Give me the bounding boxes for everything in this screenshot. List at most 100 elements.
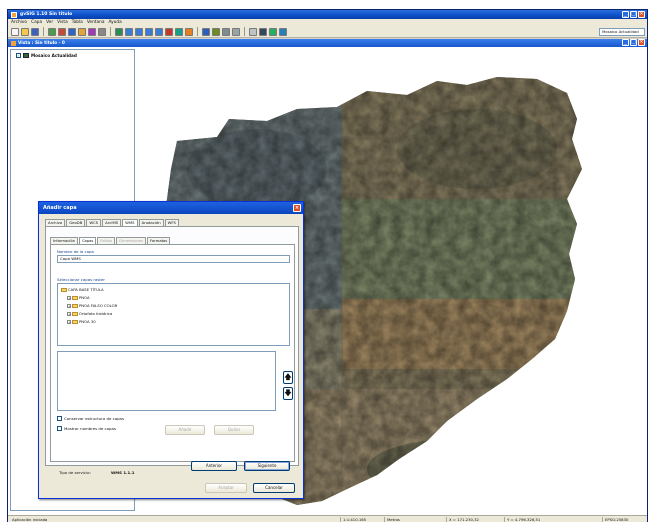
status-scale[interactable]: 1:1:410.165 bbox=[340, 517, 366, 522]
tab-anotacion[interactable]: Anotación bbox=[138, 219, 164, 226]
table-icon[interactable] bbox=[68, 27, 76, 36]
subtab-capas[interactable]: Capas bbox=[78, 237, 97, 244]
grid-icon[interactable] bbox=[222, 27, 230, 36]
info-icon[interactable] bbox=[175, 27, 183, 36]
measure-icon[interactable] bbox=[165, 27, 173, 36]
pan-icon[interactable] bbox=[115, 27, 123, 36]
edit-icon[interactable] bbox=[78, 27, 86, 36]
tree-root-label: CAPA BASE TÍTULA bbox=[68, 287, 104, 292]
source-tabs: Archivo GeoDB WCS ArcIMS WMS Anotación W… bbox=[45, 219, 179, 226]
expand-icon[interactable]: + bbox=[67, 319, 71, 324]
menu-archivo[interactable]: Archivo bbox=[11, 20, 27, 25]
toc-layer[interactable]: ✓ Mosaico Actualidad bbox=[16, 53, 77, 58]
tab-wms[interactable]: WMS bbox=[122, 219, 138, 226]
print-icon[interactable] bbox=[249, 27, 257, 36]
view-minimize-button[interactable]: _ bbox=[622, 39, 629, 46]
menu-bar: Archivo Capa Ver Vista Tabla Ventana Ayu… bbox=[8, 19, 647, 26]
new-icon[interactable] bbox=[11, 27, 19, 36]
toolbar-separator bbox=[110, 27, 111, 36]
layer-icon[interactable] bbox=[58, 27, 66, 36]
menu-vista[interactable]: Vista bbox=[57, 20, 68, 25]
subtab-estilos: Estilos bbox=[97, 237, 116, 244]
view-close-button[interactable]: × bbox=[638, 39, 645, 46]
move-up-button[interactable]: 🡅 bbox=[283, 371, 293, 384]
selected-layers-list[interactable] bbox=[57, 351, 276, 411]
save-icon[interactable] bbox=[31, 27, 39, 36]
previous-button[interactable]: Anterior bbox=[191, 461, 237, 471]
status-units[interactable]: Metros bbox=[384, 517, 400, 522]
tree-node[interactable]: + Ortofoto histórica bbox=[67, 311, 112, 316]
subtab-formatos[interactable]: Formatos bbox=[147, 237, 171, 244]
tree-node-label: PNOA bbox=[79, 295, 90, 300]
dialog-title: Añadir capa bbox=[43, 205, 77, 211]
tree-root[interactable]: CAPA BASE TÍTULA bbox=[61, 287, 104, 292]
layer-name: Mosaico Actualidad bbox=[31, 53, 77, 58]
folder-icon bbox=[72, 319, 78, 324]
checkbox-box[interactable] bbox=[57, 416, 62, 421]
wms-subtabs: Información Capas Estilos Dimensiones Fo… bbox=[50, 237, 171, 244]
view-titlebar: Vista : Sin titulo - 0 _ □ × bbox=[8, 39, 647, 47]
open-icon[interactable] bbox=[21, 27, 29, 36]
menu-tabla[interactable]: Tabla bbox=[72, 20, 83, 25]
raster-layer-icon bbox=[23, 53, 29, 58]
view-title: Vista : Sin titulo - 0 bbox=[18, 40, 65, 46]
layer-combo[interactable]: Mosaico Actualidad bbox=[599, 27, 645, 36]
tree-node-label: PNOA FALSO COLOR bbox=[79, 303, 118, 308]
expand-icon[interactable]: + bbox=[67, 295, 71, 300]
export-icon[interactable] bbox=[269, 27, 277, 36]
zoom-in-icon[interactable] bbox=[125, 27, 133, 36]
tab-arcims[interactable]: ArcIMS bbox=[102, 219, 122, 226]
help-icon[interactable] bbox=[279, 27, 287, 36]
zoom-out-icon[interactable] bbox=[135, 27, 143, 36]
tree-node[interactable]: + PNOA bbox=[67, 295, 90, 300]
close-button[interactable]: × bbox=[638, 11, 645, 18]
minimize-button[interactable]: _ bbox=[622, 11, 629, 18]
status-x: X = 171.230,32 bbox=[446, 517, 479, 522]
move-down-button[interactable]: 🡇 bbox=[283, 387, 293, 400]
menu-ayuda[interactable]: Ayuda bbox=[108, 20, 121, 25]
app-icon bbox=[11, 11, 17, 18]
maximize-button[interactable]: □ bbox=[630, 11, 637, 18]
next-button[interactable]: Siguiente bbox=[244, 461, 290, 471]
folder-icon bbox=[72, 311, 78, 316]
search-icon[interactable] bbox=[232, 27, 240, 36]
settings-icon[interactable] bbox=[98, 27, 106, 36]
cancel-button[interactable]: Cancelar bbox=[253, 483, 295, 493]
subtab-informacion[interactable]: Información bbox=[50, 237, 78, 244]
window-controls: _ □ × bbox=[622, 11, 645, 18]
layer-name-input[interactable]: Capa WMS bbox=[57, 255, 290, 263]
tree-node[interactable]: + PNOA FALSO COLOR bbox=[67, 303, 117, 308]
dialog-close-button[interactable]: × bbox=[293, 204, 301, 212]
tab-archivo[interactable]: Archivo bbox=[45, 219, 66, 226]
add-layer-icon[interactable] bbox=[48, 27, 56, 36]
status-y: Y = 4.796.326,51 bbox=[504, 517, 540, 522]
tree-node[interactable]: + PNOA 30 bbox=[67, 319, 96, 324]
menu-capa[interactable]: Capa bbox=[31, 20, 42, 25]
select-icon[interactable] bbox=[185, 27, 193, 36]
zoom-window-icon[interactable] bbox=[145, 27, 153, 36]
expand-icon[interactable]: + bbox=[67, 311, 71, 316]
show-names-checkbox[interactable]: Mostrar nombres de capas bbox=[57, 426, 116, 431]
keep-structure-checkbox[interactable]: Conservar estructura de capas bbox=[57, 416, 124, 421]
arrow-up-icon: 🡅 bbox=[284, 373, 292, 381]
graph-icon[interactable] bbox=[88, 27, 96, 36]
layer-name-label: Nombre de la capa bbox=[57, 249, 94, 254]
tree-node-label: Ortofoto histórica bbox=[79, 311, 113, 316]
locator-icon[interactable] bbox=[212, 27, 220, 36]
layout-icon[interactable] bbox=[259, 27, 267, 36]
menu-ver[interactable]: Ver bbox=[46, 20, 53, 25]
tab-geodb[interactable]: GeoDB bbox=[66, 219, 86, 226]
view-maximize-button[interactable]: □ bbox=[630, 39, 637, 46]
zoom-full-icon[interactable] bbox=[155, 27, 163, 36]
info-point-icon[interactable] bbox=[202, 27, 210, 36]
tab-wfs[interactable]: WFS bbox=[164, 219, 179, 226]
layer-visibility-checkbox[interactable]: ✓ bbox=[16, 53, 21, 58]
status-message: Aplicación iniciada bbox=[12, 517, 48, 522]
wms-panel: Información Capas Estilos Dimensiones Fo… bbox=[45, 226, 299, 466]
available-layers-tree[interactable]: CAPA BASE TÍTULA + PNOA + PNOA FALSO COL… bbox=[57, 283, 290, 346]
tab-wcs[interactable]: WCS bbox=[86, 219, 102, 226]
expand-icon[interactable]: + bbox=[67, 303, 71, 308]
toolbar-separator bbox=[244, 27, 245, 36]
checkbox-box[interactable] bbox=[57, 426, 62, 431]
menu-ventana[interactable]: Ventana bbox=[87, 20, 105, 25]
